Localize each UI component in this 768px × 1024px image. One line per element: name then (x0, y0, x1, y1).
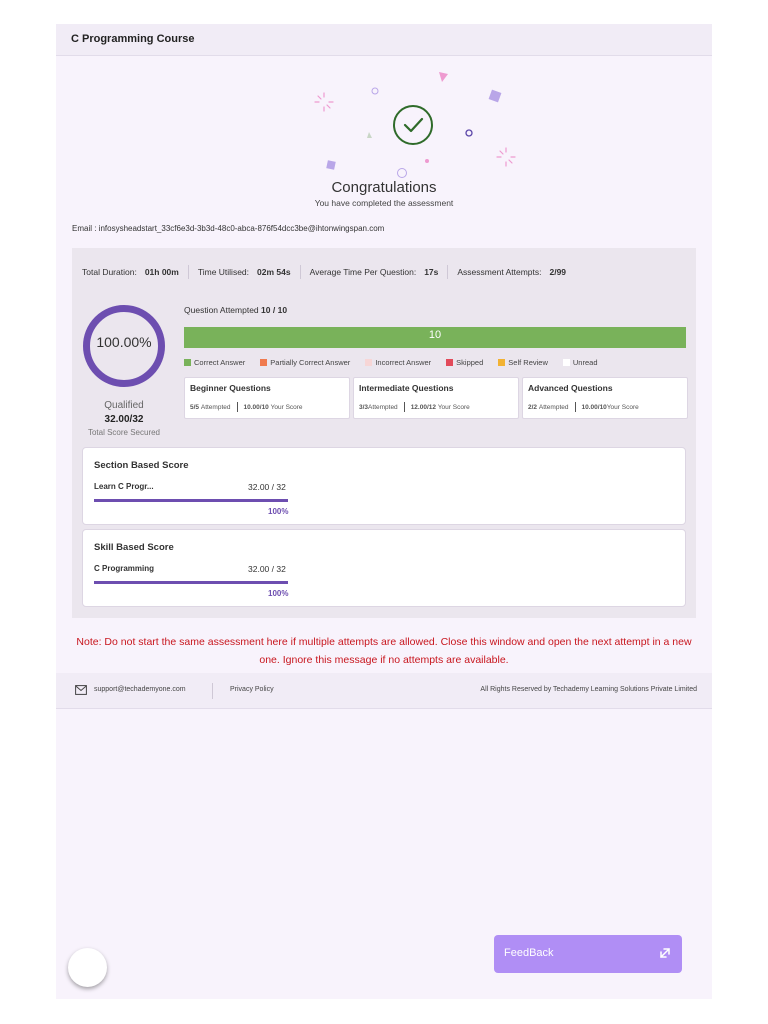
card-title: Beginner Questions (190, 383, 271, 393)
attempt-note: Note: Do not start the same assessment h… (76, 636, 692, 666)
section-score-value: 32.00 / 32 (248, 482, 286, 492)
total-score-label: Total Score Secured (87, 428, 161, 437)
attempted-progress-bar: 10 (184, 327, 686, 348)
beginner-questions-card: Beginner Questions 5/5 Attempted 10.00/1… (184, 377, 350, 419)
stat-value: 17s (424, 267, 439, 277)
section-score-fill (94, 499, 288, 502)
skill-name: C Programming (94, 564, 155, 573)
stat-total-duration: Total Duration: 01h 00m (82, 265, 189, 279)
legend-incorrect: Incorrect Answer (365, 358, 431, 367)
stat-average-time: Average Time Per Question: 17s (301, 265, 449, 279)
stat-label: Time Utilised: (197, 267, 250, 277)
skill-score-fill (94, 581, 288, 584)
stat-label: Average Time Per Question: (309, 267, 417, 277)
questions-attempted-label: Question Attempted 10 / 10 (184, 305, 288, 315)
stat-time-utilised: Time Utilised: 02m 54s (189, 265, 301, 279)
card-title: Intermediate Questions (359, 383, 454, 393)
legend-self-review: Self Review (498, 358, 548, 367)
footer: support@techademyone.com Privacy Policy … (56, 673, 712, 709)
footer-divider (212, 683, 213, 699)
section-score-bar (94, 499, 288, 502)
section-based-score-card: Section Based Score Learn C Progr... 32.… (82, 447, 686, 525)
progress-count: 10 (428, 329, 442, 341)
card-title: Skill Based Score (94, 542, 174, 553)
divider (236, 402, 238, 412)
legend-correct: Correct Answer (184, 358, 245, 367)
congratulations-heading: Congratulations (331, 179, 437, 196)
success-check-icon (393, 105, 433, 145)
advanced-questions-card: Advanced Questions 2/2 Attempted 10.00/1… (522, 377, 688, 419)
section-name: Learn C Progr... (94, 482, 154, 491)
intermediate-questions-card: Intermediate Questions 3/3 Attempted 12.0… (353, 377, 519, 419)
stat-value: 2/99 (549, 267, 567, 277)
divider (403, 402, 405, 412)
answer-legend: Correct Answer Partially Correct Answer … (184, 358, 613, 367)
score-percent: 100.00% (96, 334, 152, 350)
divider (574, 402, 576, 412)
stats-row: Total Duration: 01h 00m Time Utilised: 0… (82, 265, 575, 279)
assessment-result-page: C Programming Course Congratulations You… (56, 24, 712, 999)
chat-launcher-button[interactable] (68, 948, 107, 987)
legend-swatch (562, 359, 570, 366)
card-title: Advanced Questions (528, 383, 613, 393)
email-text: Email : infosysheadstart_33cf6e3d-3b3d-4… (72, 224, 385, 233)
legend-swatch (498, 359, 506, 366)
stat-label: Assessment Attempts: (457, 267, 542, 277)
card-detail: 3/3 Attempted 12.00/12 Your Score (359, 402, 470, 412)
skill-score-bar (94, 581, 288, 584)
support-email-link[interactable]: support@techademyone.com (94, 686, 186, 693)
feedback-label: FeedBack (504, 947, 554, 959)
copyright-text: All Rights Reserved by Techademy Learnin… (480, 686, 697, 693)
skill-based-score-card: Skill Based Score C Programming 32.00 / … (82, 529, 686, 607)
legend-unread: Unread (562, 358, 598, 367)
legend-swatch (446, 359, 454, 366)
skill-score-percent: 100% (268, 589, 289, 598)
expand-icon[interactable] (658, 946, 672, 960)
card-detail: 5/5 Attempted 10.00/10 Your Score (190, 402, 303, 412)
total-score-value: 32.00/32 (104, 414, 144, 425)
stat-label: Total Duration: (82, 267, 137, 277)
legend-swatch (365, 359, 373, 366)
qualified-status: Qualified (104, 400, 144, 411)
completion-subtitle: You have completed the assessment (314, 198, 454, 208)
questions-attempted-value: 10 / 10 (261, 305, 288, 315)
stat-value: 01h 00m (144, 267, 179, 277)
course-title: C Programming Course (71, 33, 195, 45)
result-panel: Total Duration: 01h 00m Time Utilised: 0… (72, 248, 696, 618)
legend-swatch (184, 359, 191, 366)
skill-score-value: 32.00 / 32 (248, 564, 286, 574)
feedback-button[interactable]: FeedBack (494, 935, 682, 973)
legend-swatch (260, 359, 268, 366)
stat-value: 02m 54s (257, 267, 291, 277)
legend-partially-correct: Partially Correct Answer (260, 358, 350, 367)
card-detail: 2/2 Attempted 10.00/10 Your Score (528, 402, 639, 412)
section-score-percent: 100% (268, 507, 289, 516)
privacy-policy-link[interactable]: Privacy Policy (230, 686, 274, 693)
header-bar: C Programming Course (56, 24, 712, 56)
card-title: Section Based Score (94, 460, 189, 471)
legend-skipped: Skipped (446, 358, 483, 367)
mail-icon (75, 685, 87, 695)
stat-assessment-attempts: Assessment Attempts: 2/99 (448, 265, 575, 279)
